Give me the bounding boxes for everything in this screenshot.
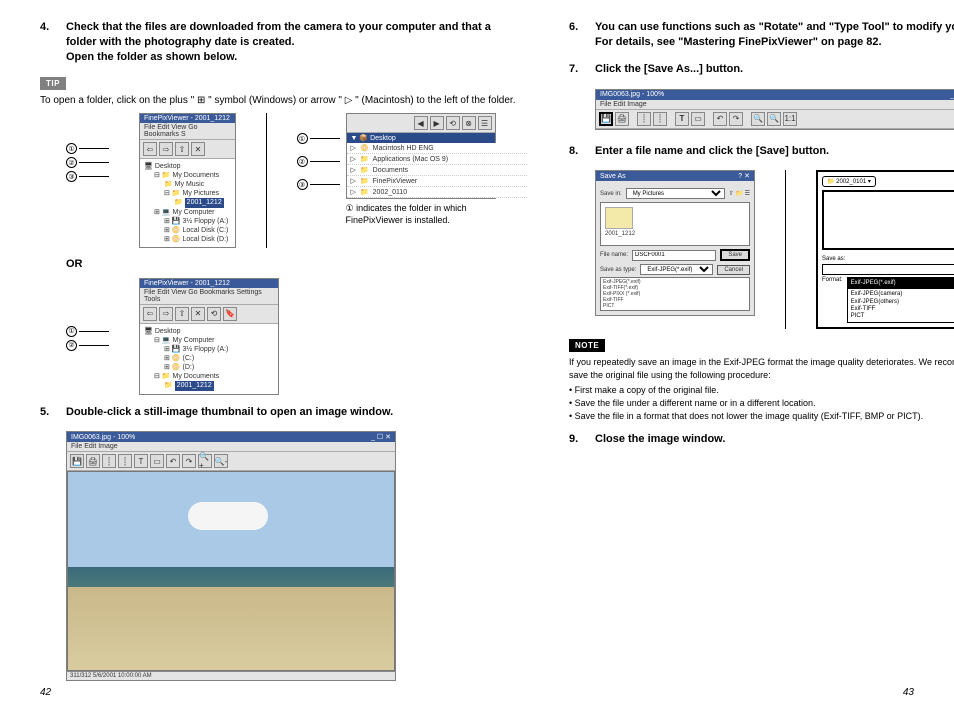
mac-caption: ① indicates the folder in which FinePixV… <box>346 203 519 226</box>
toolbar-window: IMG0063.jpg - 100%_ ☐ ✕ File Edit Image … <box>595 89 954 130</box>
rotate-left-icon: ↶ <box>166 454 180 468</box>
savein-select[interactable]: My Pictures <box>626 188 725 199</box>
zoom-out-icon[interactable]: 🔍 <box>767 112 781 126</box>
step-7: 7.Click the [Save As...] button. <box>569 62 954 77</box>
note-tag: NOTE <box>569 339 605 352</box>
step-6: 6.You can use functions such as "Rotate"… <box>569 20 954 50</box>
finepix-window-a: FinePixViewer - 2001_1212 File Edit View… <box>139 113 236 248</box>
left-page: 4. Check that the files are downloaded f… <box>40 20 519 696</box>
step-number: 4. <box>40 20 56 65</box>
zoom-out-icon: 🔍- <box>214 454 228 468</box>
figure-row-1: ① ② ③ FinePixViewer - 2001_1212 File Edi… <box>66 113 519 248</box>
rotate-right-icon: ↷ <box>182 454 196 468</box>
callouts-win-b: ① ② <box>66 326 109 351</box>
mac-folder-fig: ◀▶⟲⊗☰ ▼ 📦 Desktop ▷📀 Macintosh HD ENG ▷📁… <box>346 113 519 226</box>
step-5: 5. Double-click a still-image thumbnail … <box>40 405 519 420</box>
saveas-row: Save As? ✕ Save in:My Pictures⇧ 📁 ☰ 2001… <box>595 170 954 329</box>
callouts-win-a: ① ② ③ <box>66 143 109 182</box>
step-4: 4. Check that the files are downloaded f… <box>40 20 519 65</box>
tip-body: To open a folder, click on the plus " ⊞ … <box>40 94 519 108</box>
rotate-right-icon[interactable]: ↷ <box>729 112 743 126</box>
saveas-mac: 📁 2002_0101 ▾ 📀 Unlabeled... Eject Deskt… <box>816 170 954 329</box>
print-icon[interactable]: 🖨 <box>615 112 629 126</box>
save-as-icon[interactable]: 💾 <box>599 112 613 126</box>
figure-row-2: ① ② FinePixViewer - 2001_1212 File Edit … <box>66 278 519 395</box>
page-number-right: 43 <box>903 687 914 698</box>
menubar: File Edit View Go Bookmarks S <box>140 123 235 140</box>
window-title: FinePixViewer - 2001_1212 <box>144 115 230 122</box>
window-controls-icon: _ ☐ ✕ <box>950 91 954 99</box>
or-label: OR <box>66 258 519 270</box>
right-page: 6.You can use functions such as "Rotate"… <box>569 20 954 696</box>
photo-preview <box>67 471 395 671</box>
zoom-in-icon: 🔍+ <box>198 454 212 468</box>
save-icon: 💾 <box>70 454 84 468</box>
folder-tree: 🖥 Desktop ⊟ 📁 My Documents 📁 My Music ⊟ … <box>140 159 235 247</box>
finepix-window-b: FinePixViewer - 2001_1212 File Edit View… <box>139 278 279 395</box>
step-8: 8.Enter a file name and click the [Save]… <box>569 144 954 159</box>
filename-input[interactable] <box>632 250 716 261</box>
page-number-left: 42 <box>40 687 51 698</box>
image-window: IMG0063.jpg - 100%_ ☐ ✕ File Edit Image … <box>66 431 396 681</box>
saveastype-select[interactable]: Exif-JPEG(*.exif) <box>640 264 713 275</box>
saveas-windows: Save As? ✕ Save in:My Pictures⇧ 📁 ☰ 2001… <box>595 170 755 316</box>
cancel-button[interactable]: Cancel <box>717 265 750 275</box>
rotate-left-icon[interactable]: ↶ <box>713 112 727 126</box>
callouts-mac: ① ② ③ <box>297 133 340 226</box>
note-body: If you repeatedly save an image in the E… <box>569 356 954 422</box>
zoom-in-icon[interactable]: 🔍 <box>751 112 765 126</box>
print-icon: 🖨 <box>86 454 100 468</box>
tip-tag: TIP <box>40 77 66 90</box>
type-tool-icon[interactable]: T <box>675 112 689 126</box>
type-tool-icon: T <box>134 454 148 468</box>
step-9: 9.Close the image window. <box>569 432 954 447</box>
step-text: Check that the files are downloaded from… <box>66 20 519 65</box>
save-button[interactable]: Save <box>720 249 750 261</box>
